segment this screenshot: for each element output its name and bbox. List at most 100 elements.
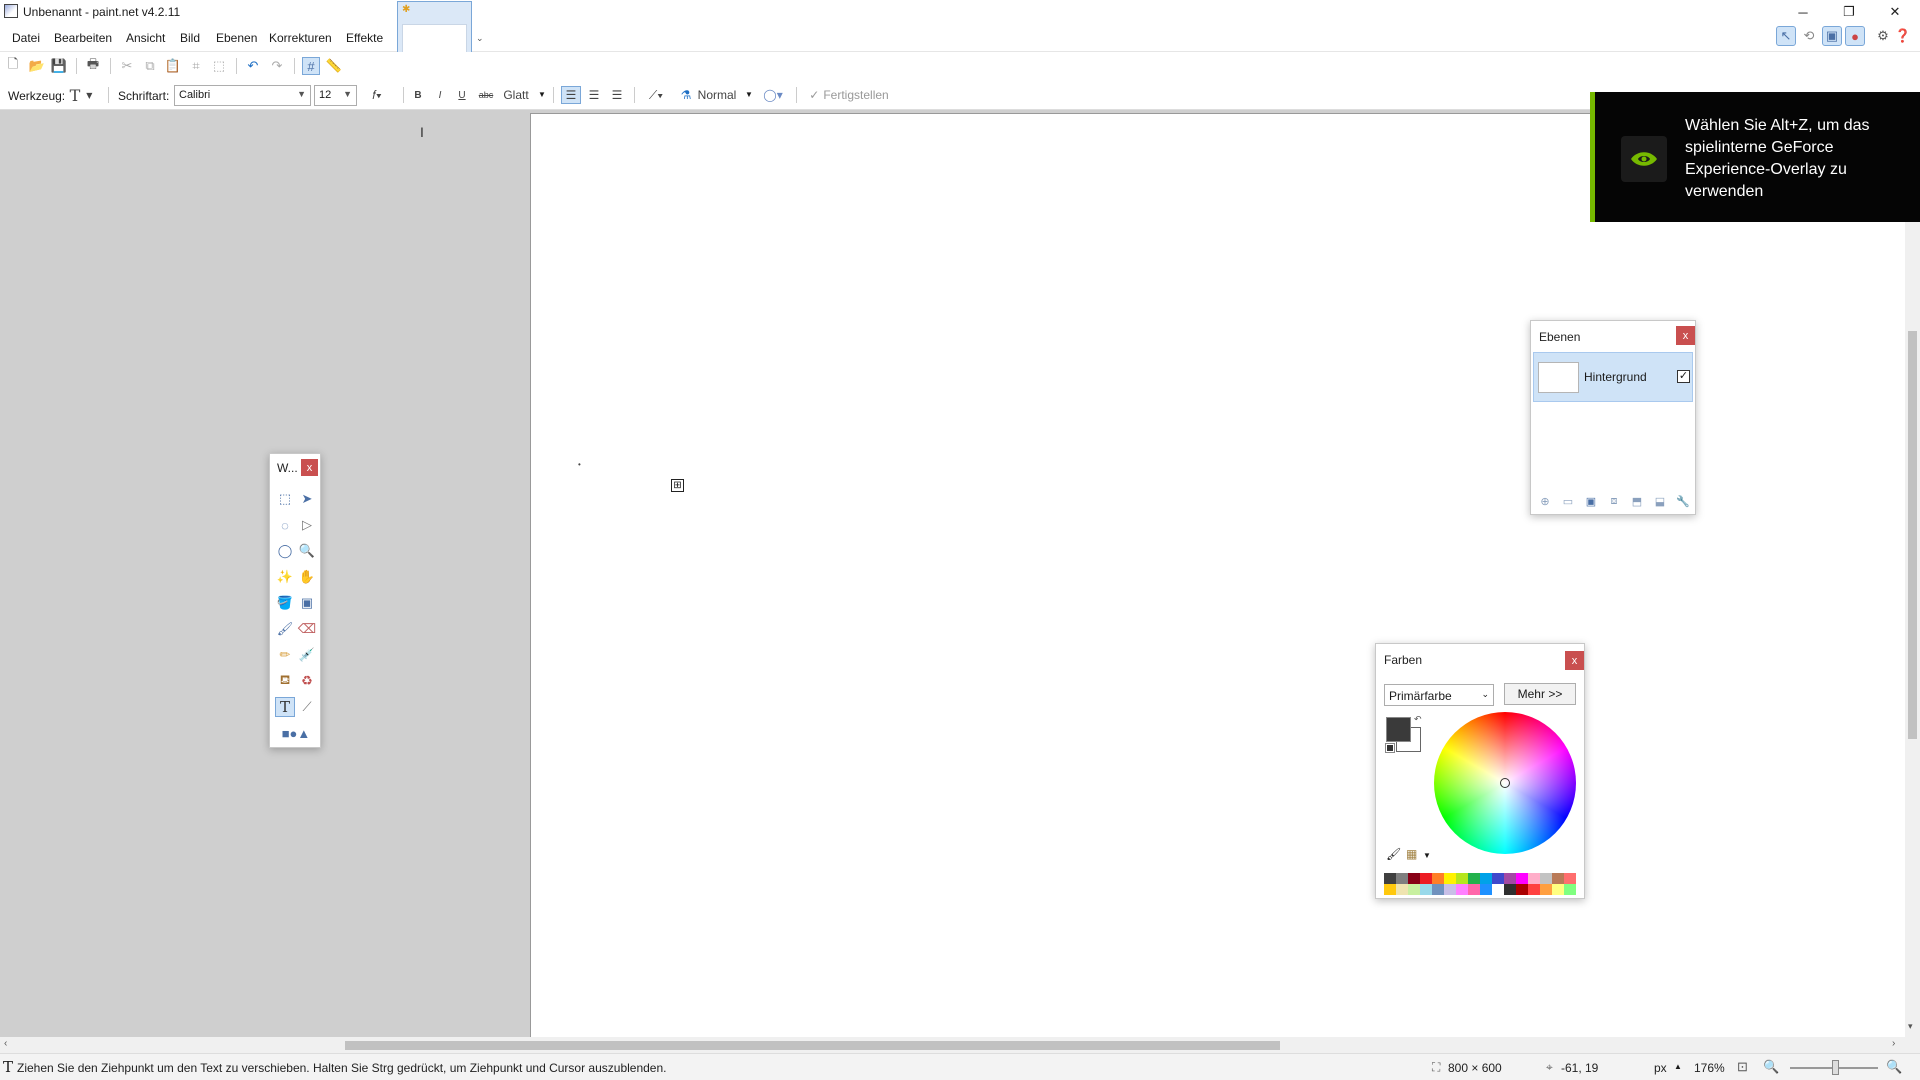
- palette-swatch[interactable]: [1420, 873, 1432, 884]
- cut-button[interactable]: ✂: [118, 57, 136, 75]
- zoom-level[interactable]: 176%: [1694, 1061, 1725, 1075]
- selection-clipping-button[interactable]: ◯▾: [758, 86, 788, 104]
- vertical-scroll-thumb[interactable]: [1908, 331, 1917, 739]
- ellipse-select-tool[interactable]: ◯: [275, 541, 295, 561]
- palette-swatch[interactable]: [1552, 884, 1564, 895]
- underline-button[interactable]: U: [454, 86, 470, 104]
- history-window-toggle[interactable]: ⟲: [1799, 26, 1819, 46]
- palette-swatch[interactable]: [1540, 884, 1552, 895]
- finish-button[interactable]: ✓ Fertigstellen: [804, 86, 894, 104]
- palette-swatch[interactable]: [1396, 873, 1408, 884]
- antialiasing-toggle[interactable]: ⟋▾: [640, 86, 672, 104]
- add-to-palette-icon[interactable]: 🖌: [1386, 847, 1401, 861]
- palette-swatch[interactable]: [1552, 873, 1564, 884]
- palette-swatch[interactable]: [1444, 884, 1456, 895]
- align-left-button[interactable]: ☰: [561, 86, 581, 104]
- color-mode-select[interactable]: Primärfarbe ⌄: [1384, 684, 1494, 706]
- open-button[interactable]: 📂: [28, 57, 46, 75]
- pan-tool[interactable]: ✋: [297, 567, 317, 587]
- palette-swatch[interactable]: [1432, 873, 1444, 884]
- font-rendering-button[interactable]: 𝑓▾: [362, 86, 392, 104]
- units-select[interactable]: px: [1654, 1061, 1667, 1075]
- paint-bucket-tool[interactable]: 🪣: [275, 593, 295, 613]
- duplicate-layer-button[interactable]: ▣: [1583, 493, 1599, 509]
- magic-wand-tool[interactable]: ✨: [275, 567, 295, 587]
- palette-swatch[interactable]: [1516, 884, 1528, 895]
- palette-swatch[interactable]: [1540, 873, 1552, 884]
- menu-bearbeiten[interactable]: Bearbeiten: [54, 31, 112, 45]
- text-move-handle[interactable]: ⊞: [671, 479, 684, 492]
- eraser-tool[interactable]: ⌫: [297, 619, 317, 639]
- vertical-scrollbar[interactable]: ▾: [1905, 111, 1920, 1037]
- palette-swatch[interactable]: [1528, 884, 1540, 895]
- text-tool[interactable]: T: [275, 697, 295, 717]
- palette-swatch[interactable]: [1528, 873, 1540, 884]
- horizontal-scroll-thumb[interactable]: [345, 1041, 1280, 1050]
- horizontal-scrollbar[interactable]: ‹ ›: [0, 1037, 1920, 1053]
- colors-panel-close-button[interactable]: x: [1565, 651, 1584, 670]
- font-size-select[interactable]: 12 ▼: [314, 85, 357, 106]
- move-selected-tool[interactable]: ➤: [297, 489, 317, 509]
- layer-properties-button[interactable]: 🔧: [1675, 493, 1691, 509]
- move-layer-up-button[interactable]: ⬒: [1629, 493, 1645, 509]
- palette-swatch[interactable]: [1456, 873, 1468, 884]
- minimize-button[interactable]: ─: [1780, 0, 1826, 24]
- tool-selector[interactable]: T ▼: [66, 86, 96, 105]
- clone-stamp-tool[interactable]: ⛾: [275, 671, 295, 691]
- menu-effekte[interactable]: Effekte: [346, 31, 383, 45]
- layer-visibility-checkbox[interactable]: ✓: [1677, 370, 1690, 383]
- save-button[interactable]: 💾: [50, 57, 68, 75]
- reset-colors-icon[interactable]: [1385, 743, 1395, 753]
- zoom-to-window-button[interactable]: ⊡: [1737, 1059, 1748, 1075]
- line-curve-tool[interactable]: ⟋: [297, 697, 317, 717]
- more-colors-button[interactable]: Mehr >>: [1504, 683, 1576, 705]
- shapes-tool[interactable]: ■●▲: [275, 723, 317, 743]
- restore-button[interactable]: ❐: [1826, 0, 1872, 24]
- palette-swatch[interactable]: [1516, 873, 1528, 884]
- palette-swatch[interactable]: [1504, 884, 1516, 895]
- merge-layer-down-button[interactable]: ⧈: [1606, 493, 1622, 509]
- color-wheel-marker[interactable]: [1500, 778, 1510, 788]
- move-selection-tool[interactable]: ▷: [297, 515, 317, 535]
- scroll-down-arrow-icon[interactable]: ▾: [1908, 1021, 1913, 1032]
- zoom-in-button[interactable]: 🔍: [1886, 1059, 1902, 1075]
- scroll-left-arrow-icon[interactable]: ‹: [4, 1038, 7, 1049]
- menu-ansicht[interactable]: Ansicht: [126, 31, 165, 45]
- tools-window-toggle[interactable]: ↖: [1776, 26, 1796, 46]
- ruler-toggle[interactable]: 📏: [325, 57, 343, 75]
- lasso-select-tool[interactable]: ◌: [275, 515, 295, 535]
- color-picker-tool[interactable]: 💉: [297, 645, 317, 665]
- zoom-out-button[interactable]: 🔍: [1763, 1059, 1779, 1075]
- antialias-select[interactable]: Glatt: [500, 86, 532, 104]
- grid-toggle[interactable]: #: [302, 57, 320, 75]
- deselect-button[interactable]: ⬚: [210, 57, 228, 75]
- menu-datei[interactable]: Datei: [12, 31, 40, 45]
- palette-swatch[interactable]: [1468, 884, 1480, 895]
- align-center-button[interactable]: ☰: [584, 86, 604, 104]
- bold-button[interactable]: B: [410, 86, 426, 104]
- palette-swatch[interactable]: [1408, 873, 1420, 884]
- redo-button[interactable]: ↷: [268, 57, 286, 75]
- menu-korrekturen[interactable]: Korrekturen: [269, 31, 332, 45]
- palette-swatch[interactable]: [1480, 884, 1492, 895]
- palette-swatch[interactable]: [1456, 884, 1468, 895]
- layers-window-toggle[interactable]: ▣: [1822, 26, 1842, 46]
- palette-swatch[interactable]: [1384, 884, 1396, 895]
- delete-layer-button[interactable]: ▭: [1560, 493, 1576, 509]
- print-button[interactable]: 🖶: [84, 56, 102, 75]
- undo-button[interactable]: ↶: [244, 57, 262, 75]
- menu-ebenen[interactable]: Ebenen: [216, 31, 257, 45]
- palette-swatch[interactable]: [1492, 884, 1504, 895]
- close-button[interactable]: ✕: [1872, 0, 1918, 24]
- colors-window-toggle[interactable]: ●: [1845, 26, 1865, 46]
- palette-swatch[interactable]: [1480, 873, 1492, 884]
- blend-mode-select[interactable]: Normal: [696, 86, 738, 104]
- palette-swatch[interactable]: [1444, 873, 1456, 884]
- layer-row[interactable]: Hintergrund ✓: [1533, 352, 1693, 402]
- layers-panel-close-button[interactable]: x: [1676, 326, 1695, 345]
- menu-bild[interactable]: Bild: [180, 31, 200, 45]
- paste-button[interactable]: 📋: [164, 57, 182, 75]
- document-list-dropdown[interactable]: ⌄: [476, 33, 484, 44]
- palette-swatch[interactable]: [1420, 884, 1432, 895]
- palette-swatch[interactable]: [1408, 884, 1420, 895]
